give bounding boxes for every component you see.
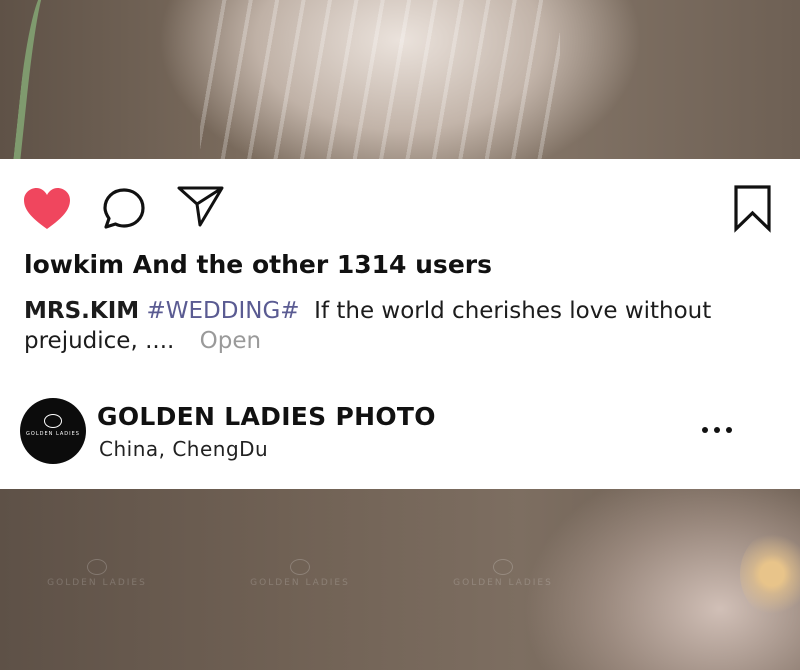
save-button[interactable] [733, 185, 773, 233]
heart-icon [24, 188, 70, 229]
watermark: GOLDEN LADIES [42, 559, 152, 588]
post-caption: MRS.KIM #WEDDING# If the world cherishes… [24, 296, 744, 356]
veil-texture [200, 0, 560, 159]
post-action-bar [0, 159, 800, 249]
avatar-brand-text: GOLDEN LADIES [26, 431, 80, 437]
flower-stem [12, 0, 55, 159]
likes-summary[interactable]: lowkim And the other 1314 users [24, 250, 492, 279]
share-button[interactable] [176, 185, 226, 229]
avatar[interactable]: GOLDEN LADIES [20, 398, 86, 464]
avatar-logo-icon [44, 414, 62, 428]
more-dot [714, 427, 720, 433]
like-button[interactable] [22, 187, 72, 231]
flower-image [740, 529, 800, 619]
more-dot [726, 427, 732, 433]
watermark: GOLDEN LADIES [245, 559, 355, 588]
caption-hashtag[interactable]: #WEDDING# [146, 298, 299, 324]
caption-username[interactable]: MRS.KIM [24, 298, 139, 324]
comment-bubble-icon [103, 188, 145, 229]
caption-open-link[interactable]: Open [200, 328, 261, 354]
post-photo-bottom[interactable]: GOLDEN LADIES GOLDEN LADIES GOLDEN LADIE… [0, 489, 800, 670]
post-photo-top[interactable] [0, 0, 800, 159]
account-name[interactable]: GOLDEN LADIES PHOTO [97, 402, 436, 431]
paper-plane-icon [177, 186, 224, 227]
comment-button[interactable] [102, 187, 148, 233]
watermark: GOLDEN LADIES [448, 559, 558, 588]
more-options-button[interactable] [700, 420, 734, 440]
account-row: GOLDEN LADIES GOLDEN LADIES PHOTO China,… [0, 390, 800, 472]
more-dots-icon [702, 427, 708, 433]
account-location[interactable]: China, ChengDu [99, 437, 268, 461]
bookmark-icon [734, 185, 771, 233]
